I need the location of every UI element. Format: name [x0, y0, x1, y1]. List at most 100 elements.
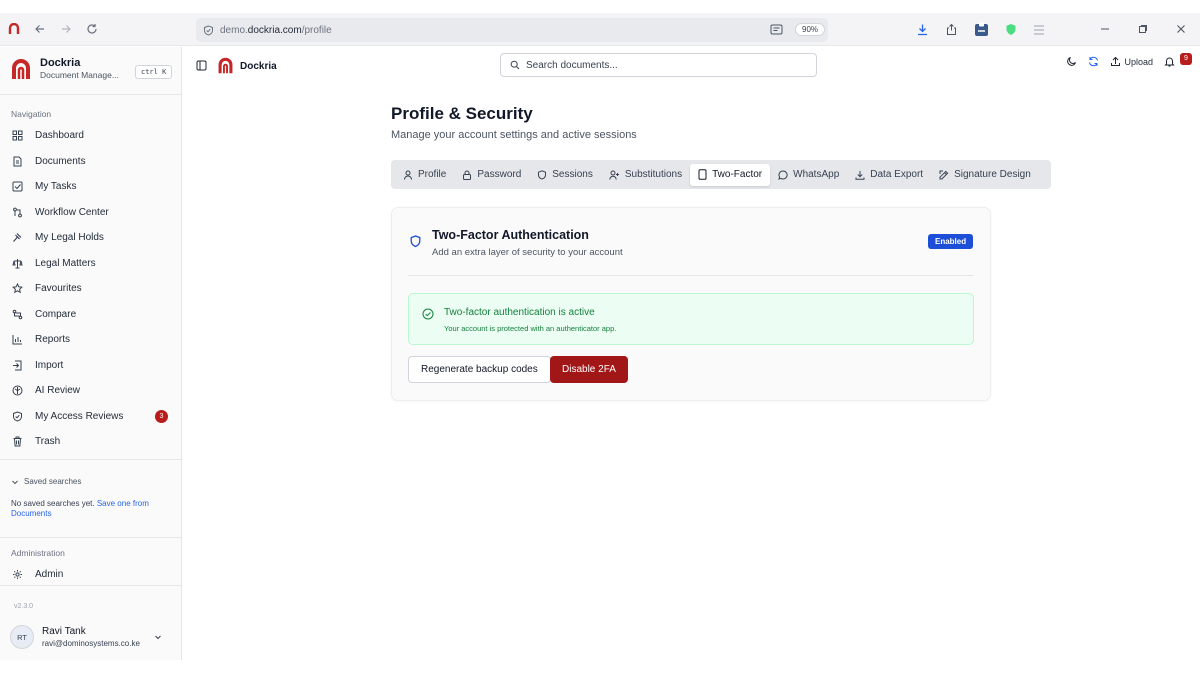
- disable-2fa-button[interactable]: Disable 2FA: [550, 356, 628, 383]
- sidebar-item-label: My Access Reviews: [35, 410, 124, 422]
- sidebar-item-trash[interactable]: Trash: [0, 429, 182, 455]
- downloads-icon[interactable]: [916, 23, 929, 36]
- sync-icon[interactable]: [1088, 56, 1099, 67]
- sidebar-item-admin[interactable]: Admin: [0, 562, 182, 588]
- sidebar-item-my-legal-holds[interactable]: My Legal Holds: [0, 225, 182, 251]
- lock-icon: [462, 170, 472, 180]
- brand[interactable]: Dockria Document Manage...: [10, 57, 119, 80]
- star-icon: [12, 283, 29, 294]
- phone-icon: [698, 169, 707, 180]
- tab-two-factor[interactable]: Two-Factor: [690, 163, 771, 186]
- avatar: RT: [10, 625, 34, 649]
- dockria-logo-icon: [10, 58, 32, 80]
- upload-label: Upload: [1124, 56, 1153, 67]
- sidebar-item-favourites[interactable]: Favourites: [0, 276, 182, 302]
- sidebar-item-my-access-reviews[interactable]: My Access Reviews 3: [0, 404, 182, 430]
- sidebar-item-documents[interactable]: Documents: [0, 149, 182, 175]
- shield-icon: [410, 235, 421, 248]
- sidebar-item-label: Legal Matters: [35, 257, 96, 269]
- sidebar-item-compare[interactable]: Compare: [0, 302, 182, 328]
- tab-label: Sessions: [552, 169, 593, 180]
- back-icon[interactable]: [34, 23, 46, 35]
- zoom-badge[interactable]: 90%: [795, 23, 826, 36]
- sidebar-item-import[interactable]: Import: [0, 353, 182, 379]
- browser-logo-icon: [8, 23, 20, 35]
- tab-substitutions[interactable]: Substitutions: [601, 164, 690, 186]
- share-icon[interactable]: [945, 23, 958, 36]
- sidebar-item-label: Documents: [35, 155, 86, 167]
- alert-title: Two-factor authentication is active: [444, 307, 595, 318]
- card-divider: [408, 275, 974, 276]
- bell-icon[interactable]: [1164, 56, 1175, 67]
- sidebar-divider: [0, 459, 182, 460]
- gear-icon: [12, 569, 29, 580]
- minimize-icon[interactable]: [1100, 24, 1110, 34]
- browser-chrome: demo. dockria.com/profile 90%: [0, 13, 1200, 46]
- sidebar-item-ai-review[interactable]: AI Review: [0, 378, 182, 404]
- chat-icon: [778, 169, 788, 180]
- trash-icon: [12, 436, 29, 447]
- url-host: dockria.com: [247, 24, 302, 36]
- site-info-icon[interactable]: [203, 24, 214, 36]
- sidebar: Dockria Document Manage... ctrl K Naviga…: [0, 47, 182, 660]
- page-title: Profile & Security: [391, 104, 533, 123]
- alert-description: Your account is protected with an authen…: [444, 324, 617, 333]
- sidebar-toggle-icon[interactable]: [196, 60, 207, 71]
- tab-data-export[interactable]: Data Export: [847, 164, 931, 186]
- brand-subtitle: Document Manage...: [40, 70, 119, 80]
- sidebar-item-label: Reports: [35, 334, 71, 346]
- extension-puzzle-icon[interactable]: [974, 22, 989, 37]
- document-icon: [12, 156, 29, 167]
- tab-profile[interactable]: Profile: [395, 164, 454, 186]
- close-window-icon[interactable]: [1176, 24, 1186, 34]
- command-shortcut[interactable]: ctrl K: [135, 65, 173, 79]
- theme-toggle-icon[interactable]: [1066, 56, 1077, 67]
- tab-label: Signature Design: [954, 169, 1031, 180]
- compare-icon: [12, 309, 29, 320]
- tab-whatsapp[interactable]: WhatsApp: [770, 164, 847, 186]
- brand-name: Dockria: [40, 57, 81, 69]
- address-bar[interactable]: demo. dockria.com/profile: [196, 18, 828, 42]
- notification-count-badge: 9: [1180, 52, 1192, 65]
- search-icon: [510, 60, 520, 70]
- search-input[interactable]: Search documents...: [500, 53, 817, 77]
- saved-searches-toggle[interactable]: Saved searches: [11, 477, 81, 486]
- chevron-down-icon: [154, 633, 162, 641]
- sidebar-item-workflow-center[interactable]: Workflow Center: [0, 200, 182, 226]
- sidebar-item-reports[interactable]: Reports: [0, 327, 182, 353]
- shield-extension-icon[interactable]: [1005, 23, 1017, 36]
- tab-label: WhatsApp: [793, 169, 840, 180]
- sidebar-item-my-tasks[interactable]: My Tasks: [0, 174, 182, 200]
- tab-label: Two-Factor: [712, 169, 763, 180]
- app-version: v2.3.0: [14, 603, 34, 610]
- sidebar-item-label: AI Review: [35, 385, 81, 397]
- check-circle-icon: [422, 308, 434, 320]
- upload-button[interactable]: Upload: [1110, 56, 1153, 67]
- forward-icon[interactable]: [60, 23, 72, 35]
- tab-sessions[interactable]: Sessions: [529, 164, 601, 186]
- tab-label: Profile: [418, 169, 447, 180]
- gavel-icon: [12, 232, 29, 243]
- tab-label: Password: [477, 169, 522, 180]
- tab-label: Data Export: [870, 169, 924, 180]
- sidebar-item-legal-matters[interactable]: Legal Matters: [0, 251, 182, 277]
- sidebar-item-label: Admin: [35, 569, 64, 581]
- sidebar-item-dashboard[interactable]: Dashboard: [0, 123, 182, 149]
- menu-icon[interactable]: [1033, 24, 1045, 35]
- upload-icon: [1110, 56, 1121, 67]
- reader-view-icon[interactable]: [770, 24, 783, 35]
- user-menu[interactable]: RT Ravi Tank ravi@dominosystems.co.ke: [10, 625, 162, 649]
- saved-searches-empty: No saved searches yet. Save one from Doc…: [11, 499, 171, 519]
- reload-icon[interactable]: [86, 23, 98, 35]
- restore-icon[interactable]: [1138, 24, 1148, 34]
- status-badge: Enabled: [928, 234, 974, 249]
- sidebar-item-label: Compare: [35, 308, 77, 320]
- sidebar-divider: [0, 94, 182, 95]
- tab-password[interactable]: Password: [454, 164, 529, 186]
- tab-signature-design[interactable]: Signature Design: [931, 164, 1039, 186]
- regenerate-backup-codes-button[interactable]: Regenerate backup codes: [408, 356, 551, 383]
- sidebar-item-label: Favourites: [35, 283, 82, 295]
- header-app-name: Dockria: [240, 61, 277, 72]
- download-icon: [855, 170, 865, 180]
- access-reviews-count-badge: 3: [155, 409, 168, 423]
